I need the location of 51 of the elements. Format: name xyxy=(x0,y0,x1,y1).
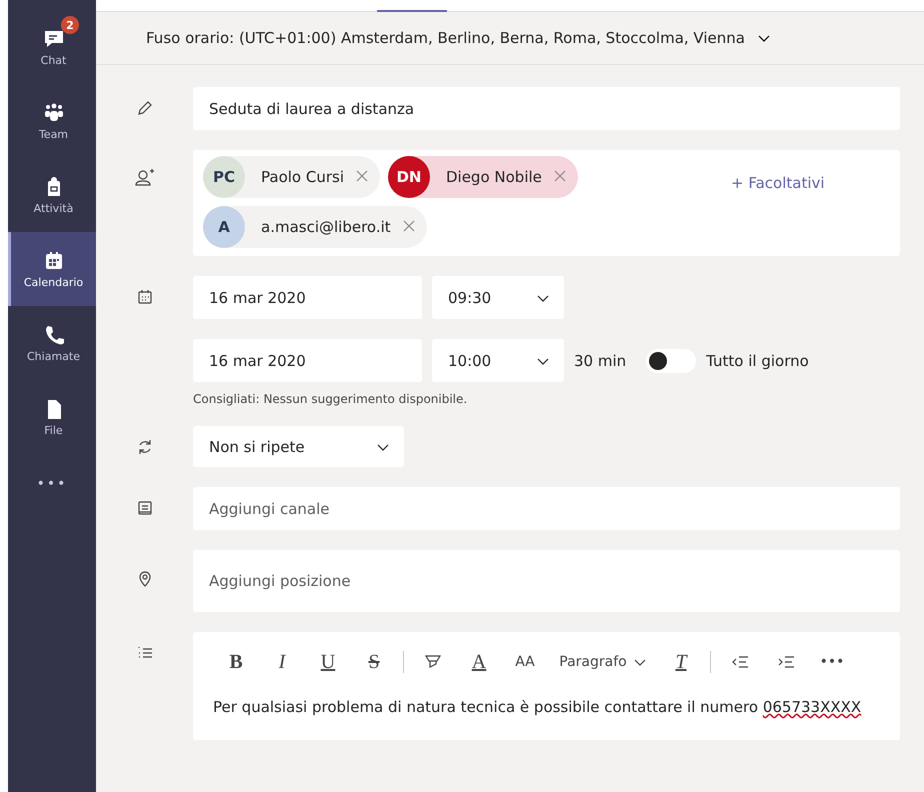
active-tab-indicator xyxy=(377,10,447,12)
underline-button[interactable]: U xyxy=(305,647,351,677)
end-time-dropdown[interactable]: 10:00 xyxy=(432,339,564,382)
notification-badge: 2 xyxy=(61,16,79,34)
duration-label: 30 min xyxy=(574,352,626,370)
sidebar-item[interactable]: Attività xyxy=(8,158,96,232)
description-text: Per qualsiasi problema di natura tecnica è possibile contattare il numero 065733XXXX xyxy=(213,697,862,718)
timezone-selector[interactable]: Fuso orario: (UTC+01:00) Amsterdam, Berlino, Berna, Roma, Stoccolma, Vienna xyxy=(146,29,745,47)
avatar: DN xyxy=(388,156,430,198)
more-options-button[interactable]: ••• xyxy=(809,647,855,677)
close-icon xyxy=(554,170,566,182)
channel-icon xyxy=(136,499,154,517)
title-field[interactable]: Seduta di laurea a distanza xyxy=(193,87,900,130)
calendar-icon xyxy=(136,288,154,306)
channel-field[interactable]: Aggiungi canale xyxy=(193,487,900,530)
avatar: PC xyxy=(203,156,245,198)
close-icon xyxy=(356,170,368,182)
paragraph-dropdown[interactable]: Paragrafo xyxy=(548,647,658,677)
font-size-button[interactable]: AA xyxy=(502,647,548,677)
attendee-name: Diego Nobile xyxy=(446,168,542,186)
bold-button[interactable]: B xyxy=(213,647,259,677)
sidebar-item[interactable]: Team xyxy=(8,84,96,158)
all-day-toggle[interactable] xyxy=(646,348,696,372)
strike-button[interactable]: S xyxy=(351,647,397,677)
attendee-chip[interactable]: DN Diego Nobile xyxy=(388,156,578,198)
location-field[interactable]: Aggiungi posizione xyxy=(193,550,900,612)
close-icon xyxy=(402,220,415,232)
add-person-icon xyxy=(134,168,156,188)
attendee-name: Paolo Cursi xyxy=(261,168,344,186)
attendee-name: a.masci@libero.it xyxy=(261,218,391,236)
attendee-chip[interactable]: A a.masci@libero.it xyxy=(203,206,427,248)
sidebar-item[interactable]: Chiamate xyxy=(8,306,96,380)
more-apps-button[interactable]: ••• xyxy=(8,454,96,514)
avatar: A xyxy=(203,206,245,248)
pencil-icon xyxy=(136,99,154,117)
team-icon xyxy=(42,102,64,124)
optional-attendees-link[interactable]: + Facoltativi xyxy=(731,156,825,248)
clear-formatting-button[interactable]: T xyxy=(658,647,704,677)
start-time-dropdown[interactable]: 09:30 xyxy=(432,276,564,319)
start-date-field[interactable]: 16 mar 2020 xyxy=(193,276,422,319)
end-date-field[interactable]: 16 mar 2020 xyxy=(193,339,422,382)
font-color-button[interactable]: A xyxy=(456,647,502,677)
attendee-chip[interactable]: PC Paolo Cursi xyxy=(203,156,380,198)
repeat-dropdown[interactable]: Non si ripete xyxy=(193,426,404,467)
suggestion-text: Consigliati: Nessun suggerimento disponibile. xyxy=(193,392,468,406)
all-day-label: Tutto il giorno xyxy=(706,352,809,370)
sidebar-item[interactable]: Calendario xyxy=(8,232,96,306)
description-editor[interactable]: B I U S A AA Paragrafo T ••• Per qualsiasi problema di natura tecnica è possibile contattare il numero 065733XXXX xyxy=(193,632,900,740)
sidebar-item[interactable]: File xyxy=(8,380,96,454)
italic-button[interactable]: I xyxy=(259,647,305,677)
sidebar-item[interactable]: Chat 2 xyxy=(8,10,96,84)
